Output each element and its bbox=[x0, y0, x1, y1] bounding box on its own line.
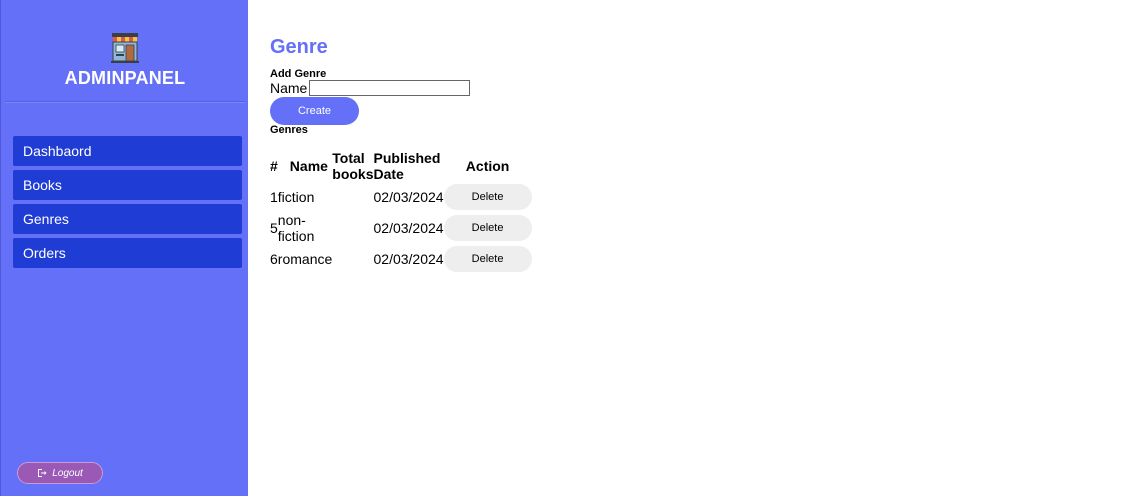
page-title: Genre bbox=[270, 36, 328, 58]
row-name: romance bbox=[277, 251, 333, 267]
row-published-date: 02/03/2024 bbox=[373, 189, 444, 205]
storefront-icon bbox=[111, 33, 139, 63]
row-total-books bbox=[332, 182, 373, 212]
sidebar-item-dashboard[interactable]: Dashbaord bbox=[13, 136, 242, 166]
row-published-date: 02/03/2024 bbox=[373, 220, 444, 236]
delete-button[interactable]: Delete bbox=[443, 215, 532, 241]
table-row: 1 fiction 02/03/2024 Delete bbox=[270, 182, 532, 212]
row-name: fiction bbox=[277, 189, 315, 205]
row-published-date: 02/03/2024 bbox=[373, 251, 444, 267]
sidebar: ADMINPANEL Dashbaord Books Genres Orders… bbox=[0, 0, 248, 496]
row-id: 1 bbox=[270, 189, 278, 205]
genre-name-input[interactable] bbox=[309, 80, 470, 96]
create-button[interactable]: Create bbox=[270, 97, 359, 125]
name-row: Name bbox=[270, 80, 470, 96]
sidebar-item-genres[interactable]: Genres bbox=[13, 204, 242, 234]
add-genre-form: Add Genre Name Create bbox=[270, 68, 470, 125]
sign-out-icon bbox=[38, 469, 47, 477]
row-id: 6 bbox=[270, 251, 278, 267]
sidebar-item-books[interactable]: Books bbox=[13, 170, 242, 200]
sidebar-divider bbox=[5, 101, 245, 103]
row-total-books bbox=[332, 212, 373, 244]
logout-button[interactable]: Logout bbox=[17, 462, 103, 484]
row-id: 5 bbox=[270, 220, 278, 236]
sidebar-nav: Dashbaord Books Genres Orders bbox=[13, 136, 242, 272]
header-name: Name bbox=[289, 158, 328, 174]
name-label: Name bbox=[270, 80, 308, 96]
row-total-books bbox=[332, 244, 373, 274]
header-id: # bbox=[270, 158, 278, 174]
header-action: Action bbox=[465, 158, 510, 174]
genres-table: # Name Total books Published Date Action… bbox=[270, 150, 532, 274]
main-content: Genre Add Genre Name Create Genres # Nam… bbox=[270, 34, 532, 272]
header-total-books: Total books bbox=[332, 150, 374, 182]
table-row: 6 romance 02/03/2024 Delete bbox=[270, 244, 532, 274]
table-header-row: # Name Total books Published Date Action bbox=[270, 150, 532, 182]
header-published-date: Published Date bbox=[373, 150, 441, 182]
genres-heading: Genres bbox=[270, 124, 308, 136]
row-action: Delete bbox=[443, 182, 532, 212]
brand-title: ADMINPANEL bbox=[64, 68, 186, 88]
table-row: 5 non-fiction 02/03/2024 Delete bbox=[270, 212, 532, 244]
brand: ADMINPANEL bbox=[1, 30, 249, 89]
logout-label: Logout bbox=[52, 467, 83, 479]
row-action: Delete bbox=[443, 244, 532, 274]
sidebar-item-orders[interactable]: Orders bbox=[13, 238, 242, 268]
delete-button[interactable]: Delete bbox=[443, 184, 532, 210]
add-genre-heading: Add Genre bbox=[270, 68, 327, 80]
row-name: non-fiction bbox=[277, 212, 315, 244]
delete-button[interactable]: Delete bbox=[443, 246, 532, 272]
row-action: Delete bbox=[443, 212, 532, 244]
